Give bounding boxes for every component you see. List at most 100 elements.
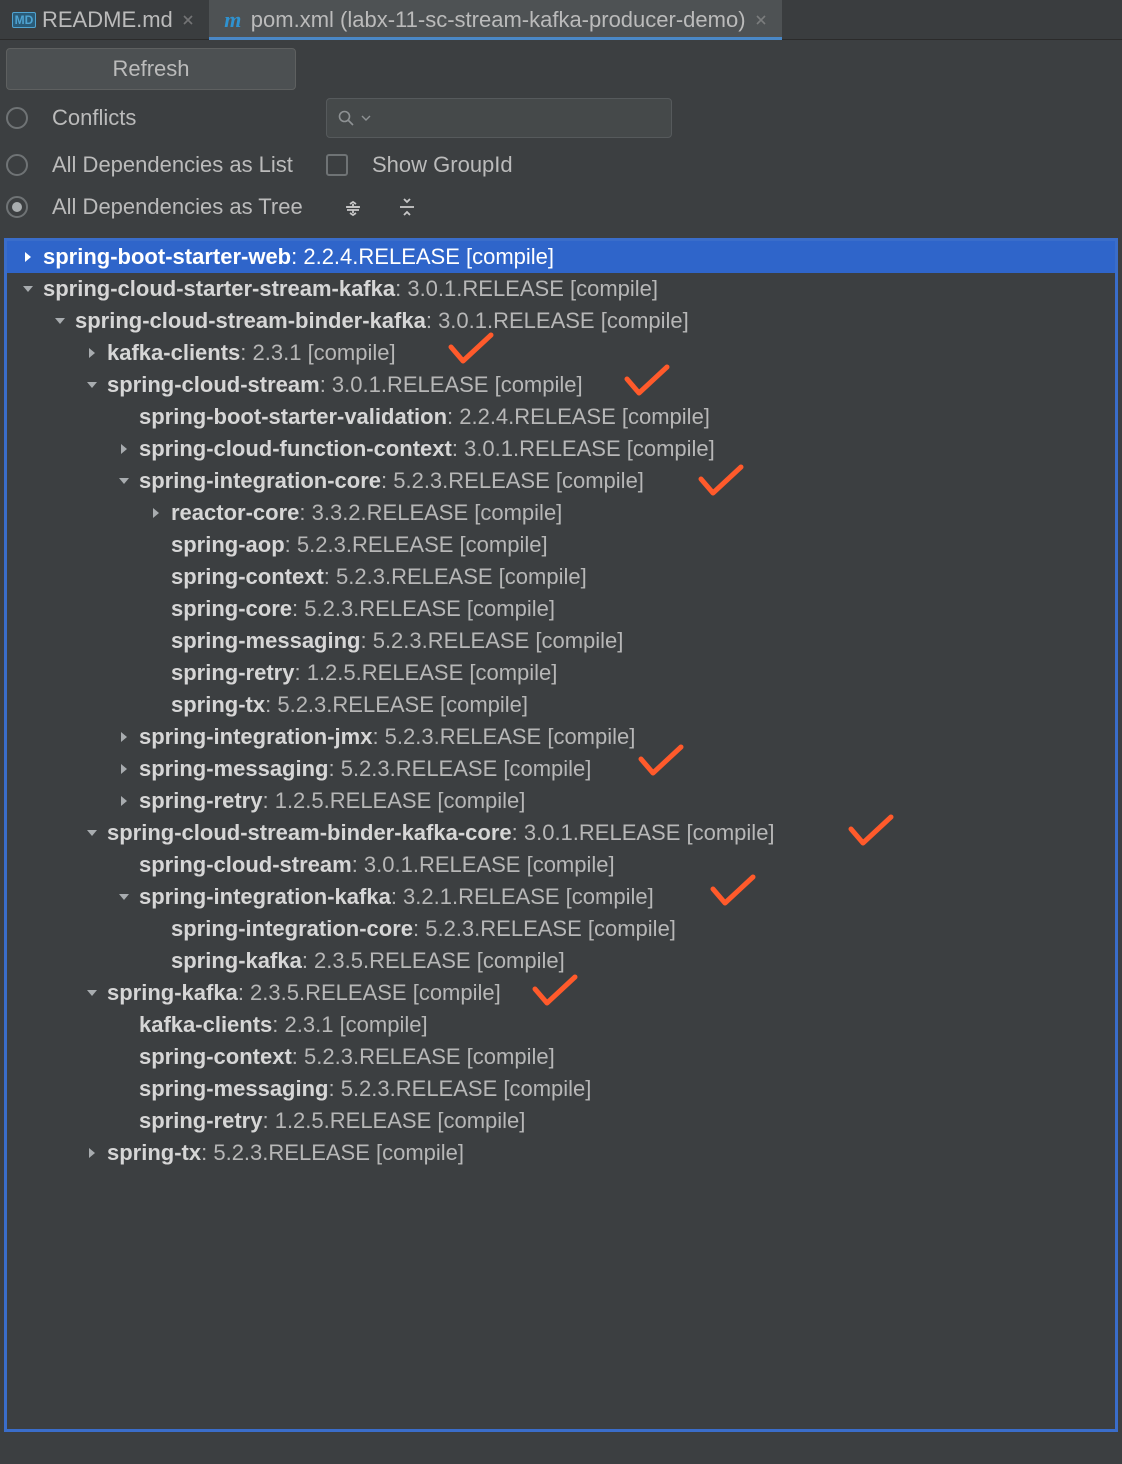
- dependency-name: spring-messaging: [139, 756, 328, 782]
- dependency-name: spring-integration-core: [171, 916, 413, 942]
- dependency-name: kafka-clients: [107, 340, 240, 366]
- dependency-meta: : 1.2.5.RELEASE [compile]: [262, 788, 525, 814]
- tree-node[interactable]: spring-integration-core : 5.2.3.RELEASE …: [7, 913, 1115, 945]
- checkbox-show-groupid[interactable]: [326, 154, 348, 176]
- expand-arrow-icon[interactable]: [83, 827, 101, 839]
- dependency-meta: : 3.0.1.RELEASE [compile]: [512, 820, 775, 846]
- dependency-name: spring-messaging: [171, 628, 360, 654]
- tree-node[interactable]: kafka-clients : 2.3.1 [compile]: [7, 337, 1115, 369]
- tree-node[interactable]: spring-integration-core : 5.2.3.RELEASE …: [7, 465, 1115, 497]
- tree-node[interactable]: spring-context : 5.2.3.RELEASE [compile]: [7, 561, 1115, 593]
- expand-all-icon[interactable]: [338, 192, 368, 222]
- chevron-down-icon: [361, 113, 371, 123]
- dependency-name: spring-core: [171, 596, 292, 622]
- dependency-name: spring-boot-starter-web: [43, 244, 291, 270]
- expand-arrow-icon[interactable]: [83, 987, 101, 999]
- dependency-meta: : 2.3.5.RELEASE [compile]: [238, 980, 501, 1006]
- tab-pom[interactable]: m pom.xml (labx-11-sc-stream-kafka-produ…: [209, 0, 782, 39]
- tree-node[interactable]: spring-context : 5.2.3.RELEASE [compile]: [7, 1041, 1115, 1073]
- tree-node[interactable]: spring-integration-kafka : 3.2.1.RELEASE…: [7, 881, 1115, 913]
- close-icon[interactable]: [754, 13, 768, 27]
- dependency-name: spring-cloud-starter-stream-kafka: [43, 276, 395, 302]
- search-icon: [337, 109, 355, 127]
- dependency-meta: : 3.3.2.RELEASE [compile]: [299, 500, 562, 526]
- radio-all-tree[interactable]: [6, 196, 28, 218]
- close-icon[interactable]: [181, 13, 195, 27]
- refresh-label: Refresh: [112, 56, 189, 82]
- expand-arrow-icon[interactable]: [115, 731, 133, 743]
- expand-arrow-icon[interactable]: [147, 507, 165, 519]
- checkmark-annotation-icon: [623, 363, 671, 405]
- dependency-meta: : 3.0.1.RELEASE [compile]: [452, 436, 715, 462]
- dependency-name: reactor-core: [171, 500, 299, 526]
- dependency-meta: : 3.0.1.RELEASE [compile]: [320, 372, 583, 398]
- tree-node[interactable]: spring-core : 5.2.3.RELEASE [compile]: [7, 593, 1115, 625]
- tree-node[interactable]: spring-integration-jmx : 5.2.3.RELEASE […: [7, 721, 1115, 753]
- dependency-name: spring-aop: [171, 532, 285, 558]
- filter-row-3: All Dependencies as Tree: [0, 184, 1122, 228]
- expand-arrow-icon[interactable]: [19, 251, 37, 263]
- dependency-meta: : 2.3.1 [compile]: [272, 1012, 427, 1038]
- radio-conflicts[interactable]: [6, 107, 28, 129]
- collapse-all-icon[interactable]: [392, 192, 422, 222]
- expand-arrow-icon[interactable]: [115, 443, 133, 455]
- refresh-button[interactable]: Refresh: [6, 48, 296, 90]
- dependency-name: kafka-clients: [139, 1012, 272, 1038]
- dependency-name: spring-retry: [171, 660, 294, 686]
- show-groupid-label: Show GroupId: [372, 152, 513, 178]
- tree-node[interactable]: spring-tx : 5.2.3.RELEASE [compile]: [7, 1137, 1115, 1169]
- dependency-meta: : 5.2.3.RELEASE [compile]: [381, 468, 644, 494]
- filter-row-1: Conflicts: [0, 90, 1122, 144]
- dependency-meta: : 3.0.1.RELEASE [compile]: [426, 308, 689, 334]
- tree-node[interactable]: spring-cloud-function-context : 3.0.1.RE…: [7, 433, 1115, 465]
- expand-arrow-icon[interactable]: [83, 379, 101, 391]
- expand-arrow-icon[interactable]: [115, 891, 133, 903]
- dependency-name: spring-retry: [139, 788, 262, 814]
- tab-label: pom.xml (labx-11-sc-stream-kafka-produce…: [251, 7, 746, 33]
- tree-node[interactable]: spring-kafka : 2.3.5.RELEASE [compile]: [7, 977, 1115, 1009]
- tree-node[interactable]: spring-messaging : 5.2.3.RELEASE [compil…: [7, 1073, 1115, 1105]
- tree-node[interactable]: spring-messaging : 5.2.3.RELEASE [compil…: [7, 625, 1115, 657]
- tree-node[interactable]: spring-boot-starter-web : 2.2.4.RELEASE …: [7, 241, 1115, 273]
- tab-readme[interactable]: MD README.md: [0, 0, 209, 39]
- expand-arrow-icon[interactable]: [115, 763, 133, 775]
- tree-node[interactable]: spring-tx : 5.2.3.RELEASE [compile]: [7, 689, 1115, 721]
- tree-node[interactable]: spring-aop : 5.2.3.RELEASE [compile]: [7, 529, 1115, 561]
- tree-node[interactable]: spring-retry : 1.2.5.RELEASE [compile]: [7, 785, 1115, 817]
- dependency-meta: : 2.2.4.RELEASE [compile]: [291, 244, 554, 270]
- tree-node[interactable]: spring-kafka : 2.3.5.RELEASE [compile]: [7, 945, 1115, 977]
- expand-arrow-icon[interactable]: [115, 795, 133, 807]
- dependency-meta: : 5.2.3.RELEASE [compile]: [328, 756, 591, 782]
- dependency-meta: : 2.3.5.RELEASE [compile]: [302, 948, 565, 974]
- tree-node[interactable]: reactor-core : 3.3.2.RELEASE [compile]: [7, 497, 1115, 529]
- tree-node[interactable]: spring-cloud-stream-binder-kafka-core : …: [7, 817, 1115, 849]
- maven-file-icon: m: [223, 10, 243, 30]
- expand-arrow-icon[interactable]: [51, 315, 69, 327]
- dependency-name: spring-retry: [139, 1108, 262, 1134]
- tree-node[interactable]: spring-boot-starter-validation : 2.2.4.R…: [7, 401, 1115, 433]
- tree-node[interactable]: kafka-clients : 2.3.1 [compile]: [7, 1009, 1115, 1041]
- dependency-meta: : 3.0.1.RELEASE [compile]: [395, 276, 658, 302]
- tree-node[interactable]: spring-messaging : 5.2.3.RELEASE [compil…: [7, 753, 1115, 785]
- dependency-name: spring-messaging: [139, 1076, 328, 1102]
- dependency-name: spring-tx: [107, 1140, 201, 1166]
- tree-node[interactable]: spring-cloud-stream : 3.0.1.RELEASE [com…: [7, 369, 1115, 401]
- expand-arrow-icon[interactable]: [19, 283, 37, 295]
- expand-arrow-icon[interactable]: [83, 347, 101, 359]
- expand-arrow-icon[interactable]: [115, 475, 133, 487]
- tree-node[interactable]: spring-cloud-stream : 3.0.1.RELEASE [com…: [7, 849, 1115, 881]
- radio-all-list[interactable]: [6, 154, 28, 176]
- dependency-tree[interactable]: spring-boot-starter-web : 2.2.4.RELEASE …: [4, 238, 1118, 1432]
- search-input[interactable]: [326, 98, 672, 138]
- checkmark-annotation-icon: [447, 331, 495, 373]
- tree-node[interactable]: spring-cloud-stream-binder-kafka : 3.0.1…: [7, 305, 1115, 337]
- toolbar: Refresh: [0, 40, 1122, 90]
- tree-node[interactable]: spring-retry : 1.2.5.RELEASE [compile]: [7, 657, 1115, 689]
- tree-node[interactable]: spring-cloud-starter-stream-kafka : 3.0.…: [7, 273, 1115, 305]
- tree-node[interactable]: spring-retry : 1.2.5.RELEASE [compile]: [7, 1105, 1115, 1137]
- dependency-meta: : 5.2.3.RELEASE [compile]: [360, 628, 623, 654]
- dependency-meta: : 3.0.1.RELEASE [compile]: [352, 852, 615, 878]
- dependency-name: spring-cloud-stream-binder-kafka: [75, 308, 426, 334]
- expand-arrow-icon[interactable]: [83, 1147, 101, 1159]
- conflicts-label: Conflicts: [52, 105, 302, 131]
